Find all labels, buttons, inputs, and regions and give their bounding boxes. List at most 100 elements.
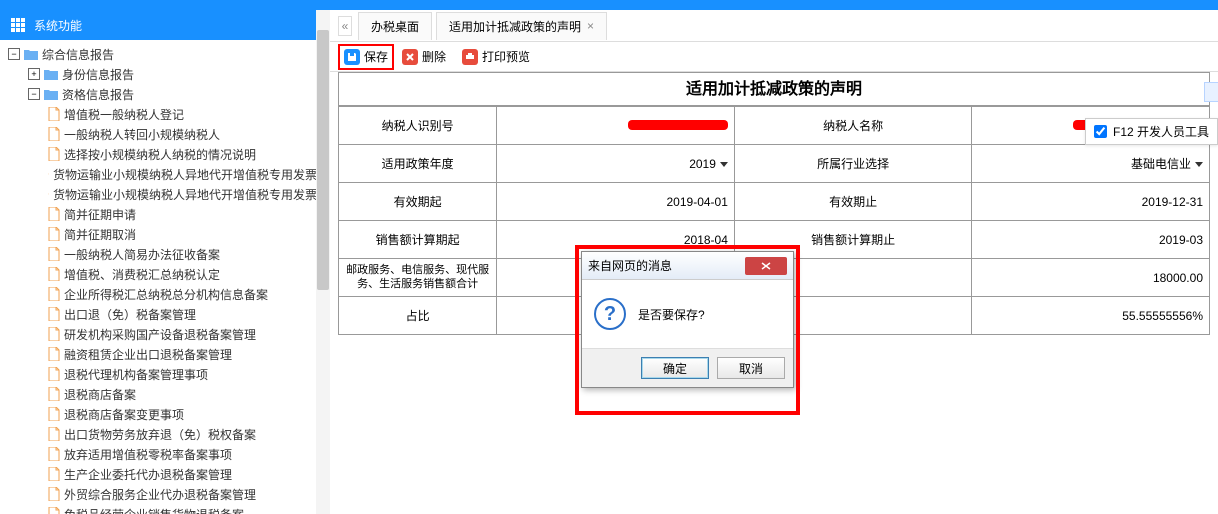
tree-leaf[interactable]: 退税商店备案	[0, 384, 329, 404]
tree-leaf[interactable]: 选择按小规模纳税人纳税的情况说明	[0, 144, 329, 164]
value-valid-to[interactable]: 2019-12-31	[972, 183, 1210, 221]
chevron-down-icon	[1195, 162, 1203, 167]
folder-icon	[24, 48, 38, 60]
label-service-sales-total: 邮政服务、电信服务、现代服务、生活服务销售额合计	[339, 259, 497, 297]
collapse-icon[interactable]: −	[28, 88, 40, 100]
toolbar: 保存 删除 打印预览	[330, 42, 1218, 72]
select-policy-year[interactable]: 2019	[497, 145, 735, 183]
chevron-down-icon	[720, 162, 728, 167]
value-sales-to[interactable]: 2019-03	[972, 221, 1210, 259]
file-icon	[48, 187, 49, 201]
dialog-footer: 确定 取消	[582, 348, 793, 387]
tree-leaf-label: 出口货物劳务放弃退（免）税权备案	[64, 426, 256, 443]
grid-icon	[10, 17, 26, 33]
dialog-titlebar[interactable]: 来自网页的消息	[582, 252, 793, 280]
value-service-sales-total[interactable]: 18000.00	[972, 259, 1210, 297]
tab-desktop[interactable]: 办税桌面	[358, 12, 432, 40]
file-icon	[48, 387, 60, 401]
tree-leaf[interactable]: 退税代理机构备案管理事项	[0, 364, 329, 384]
delete-button[interactable]: 删除	[402, 48, 446, 65]
file-icon	[48, 247, 60, 261]
value-taxpayer-id	[497, 107, 735, 145]
tree-leaf[interactable]: 出口退（免）税备案管理	[0, 304, 329, 324]
tree-leaf[interactable]: 退税商店备案变更事项	[0, 404, 329, 424]
tree-leaf[interactable]: 融资租赁企业出口退税备案管理	[0, 344, 329, 364]
tree-leaf[interactable]: 生产企业委托代办退税备案管理	[0, 464, 329, 484]
tree-leaf-label: 简并征期申请	[64, 206, 136, 223]
print-preview-button[interactable]: 打印预览	[462, 48, 530, 65]
tree-group-qualification[interactable]: − 资格信息报告	[0, 84, 329, 104]
button-label: 保存	[364, 48, 388, 65]
file-icon	[48, 107, 60, 121]
tree-leaf-label: 一般纳税人转回小规模纳税人	[64, 126, 220, 143]
tree-leaf[interactable]: 货物运输业小规模纳税人异地代开增值税专用发票备	[0, 164, 329, 184]
tree-leaf[interactable]: 免税品经营企业销售货物退税备案	[0, 504, 329, 514]
file-icon	[48, 447, 60, 461]
save-button[interactable]: 保存	[344, 48, 388, 65]
label-taxpayer-id: 纳税人识别号	[339, 107, 497, 145]
button-label: 删除	[422, 48, 446, 65]
tab-label: 办税桌面	[371, 18, 419, 35]
cancel-button[interactable]: 取消	[717, 357, 785, 379]
confirm-dialog: 来自网页的消息 ? 是否要保存? 确定 取消	[581, 251, 794, 388]
file-icon	[48, 307, 60, 321]
file-icon	[48, 487, 60, 501]
dialog-close-button[interactable]	[745, 257, 787, 275]
tree-leaf[interactable]: 外贸综合服务企业代办退税备案管理	[0, 484, 329, 504]
side-tab[interactable]	[1204, 82, 1218, 102]
file-icon	[48, 227, 60, 241]
tree-leaf[interactable]: 企业所得税汇总纳税总分机构信息备案	[0, 284, 329, 304]
tree-leaf-label: 增值税、消费税汇总纳税认定	[64, 266, 220, 283]
tree-leaf[interactable]: 增值税一般纳税人登记	[0, 104, 329, 124]
file-icon	[48, 507, 60, 514]
sidebar-scrollbar[interactable]	[316, 10, 330, 514]
select-industry[interactable]: 基础电信业	[972, 145, 1210, 183]
tree-leaf-label: 选择按小规模纳税人纳税的情况说明	[64, 146, 256, 163]
file-icon	[48, 347, 60, 361]
tree-leaf[interactable]: 一般纳税人简易办法征收备案	[0, 244, 329, 264]
dev-tools-tag[interactable]: F12 开发人员工具	[1085, 118, 1218, 145]
tab-declaration[interactable]: 适用加计抵减政策的声明×	[436, 12, 607, 40]
tree-root[interactable]: − 综合信息报告	[0, 44, 329, 64]
tree-leaf-label: 生产企业委托代办退税备案管理	[64, 466, 232, 483]
ok-button[interactable]: 确定	[641, 357, 709, 379]
tree-leaf-label: 出口退（免）税备案管理	[64, 306, 196, 323]
dev-tag-label: F12 开发人员工具	[1113, 123, 1209, 140]
collapse-icon[interactable]: −	[8, 48, 20, 60]
tree-leaf-label: 一般纳税人简易办法征收备案	[64, 246, 220, 263]
file-icon	[48, 427, 60, 441]
dialog-title-text: 来自网页的消息	[588, 257, 745, 274]
file-icon	[48, 367, 60, 381]
dialog-body: ? 是否要保存?	[582, 280, 793, 348]
tree-group-identity[interactable]: + 身份信息报告	[0, 64, 329, 84]
file-icon	[48, 407, 60, 421]
tab-prev-button[interactable]: «	[338, 16, 352, 36]
tree-leaf-label: 免税品经营企业销售货物退税备案	[64, 506, 244, 514]
value-valid-from[interactable]: 2019-04-01	[497, 183, 735, 221]
tree-leaf[interactable]: 出口货物劳务放弃退（免）税权备案	[0, 424, 329, 444]
tree-leaf-label: 货物运输业小规模纳税人异地代开增值税专用发票备	[53, 186, 329, 203]
save-highlight: 保存	[338, 44, 394, 70]
tree-leaf-label: 货物运输业小规模纳税人异地代开增值税专用发票备	[53, 166, 329, 183]
tree-leaf[interactable]: 简并征期申请	[0, 204, 329, 224]
file-icon	[48, 207, 60, 221]
scrollbar-thumb[interactable]	[317, 30, 329, 290]
tree-leaf[interactable]: 简并征期取消	[0, 224, 329, 244]
tree-leaf[interactable]: 货物运输业小规模纳税人异地代开增值税专用发票备	[0, 184, 329, 204]
tree-leaf[interactable]: 增值税、消费税汇总纳税认定	[0, 264, 329, 284]
tree: − 综合信息报告 + 身份信息报告 − 资格信息报告 增值税一般纳税人登记一般纳…	[0, 40, 329, 514]
tab-bar: « 办税桌面 适用加计抵减政策的声明×	[330, 10, 1218, 42]
dialog-message: 是否要保存?	[638, 306, 705, 323]
sidebar-header: 系统功能	[0, 10, 329, 40]
tree-leaf-label: 研发机构采购国产设备退税备案管理	[64, 326, 256, 343]
close-icon[interactable]: ×	[587, 19, 594, 33]
expand-icon[interactable]: +	[28, 68, 40, 80]
dev-checkbox[interactable]	[1094, 125, 1107, 138]
form-title: 适用加计抵减政策的声明	[338, 72, 1210, 106]
tree-leaf[interactable]: 一般纳税人转回小规模纳税人	[0, 124, 329, 144]
file-icon	[48, 327, 60, 341]
tree-leaf-label: 增值税一般纳税人登记	[64, 106, 184, 123]
tree-leaf[interactable]: 研发机构采购国产设备退税备案管理	[0, 324, 329, 344]
tree-leaf-label: 外贸综合服务企业代办退税备案管理	[64, 486, 256, 503]
tree-leaf[interactable]: 放弃适用增值税零税率备案事项	[0, 444, 329, 464]
